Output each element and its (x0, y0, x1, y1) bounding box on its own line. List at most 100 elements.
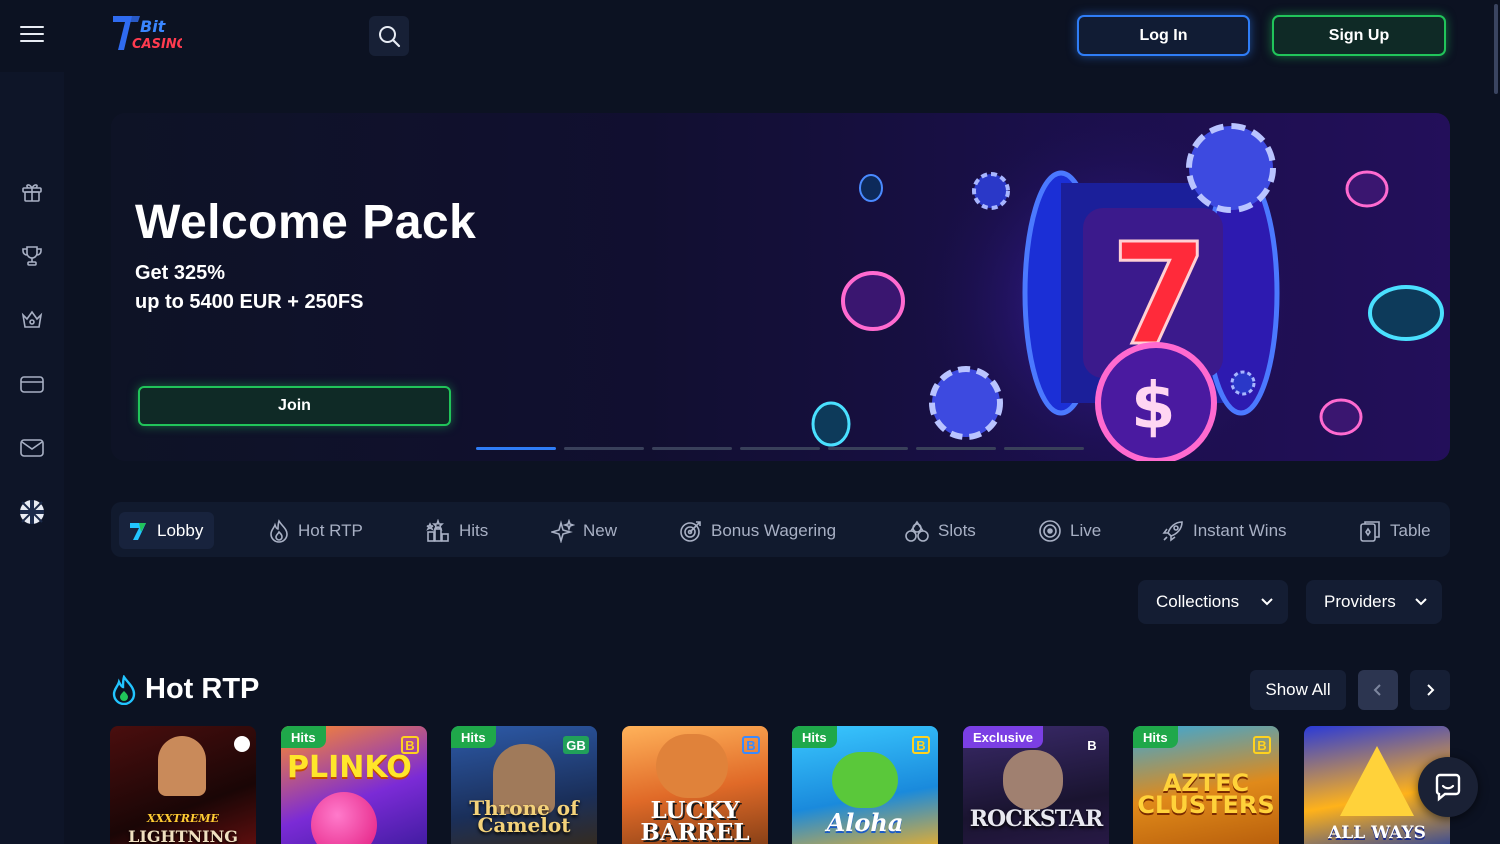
game-card[interactable]: Hits B Aloha (792, 726, 938, 844)
chevron-down-icon (1415, 598, 1427, 606)
target-icon (680, 520, 701, 542)
providers-label: Providers (1324, 592, 1396, 611)
section-title: Hot RTP (145, 673, 260, 705)
promo-banner: Welcome Pack Get 325% up to 5400 EUR + 2… (111, 113, 1450, 461)
slide-dot-1[interactable] (476, 447, 556, 450)
game-art (1003, 750, 1063, 810)
slide-dot-4[interactable] (740, 447, 820, 450)
section-heading: Hot RTP (111, 673, 259, 706)
banner-line-2: up to 5400 EUR + 250FS (135, 291, 364, 313)
collections-label: Collections (1156, 592, 1240, 611)
game-tag: Exclusive (963, 726, 1043, 748)
search-icon (379, 26, 401, 48)
slot-machine-illustration: 7 $ (811, 113, 1444, 461)
mail-icon[interactable] (17, 433, 47, 463)
tab-live-label: Live (1070, 520, 1102, 540)
game-card[interactable]: Hits B PLINKO (281, 726, 427, 844)
chat-button[interactable] (1418, 757, 1478, 817)
crown-icon[interactable] (17, 305, 47, 335)
sparkle-icon (551, 518, 575, 543)
chevron-down-icon (1261, 598, 1273, 606)
tab-slots-label: Slots (938, 520, 976, 540)
tab-table-label: Table (1390, 520, 1431, 540)
game-title: LUCKY BARREL (640, 797, 750, 844)
tab-bonus-wagering-label: Bonus Wagering (711, 520, 837, 540)
game-art (311, 792, 377, 844)
tab-hot-rtp[interactable]: Hot RTP (260, 512, 371, 549)
tab-new[interactable]: New (543, 512, 625, 549)
game-title: ROCKSTAR (969, 806, 1104, 832)
game-title: ALL WAYS (1328, 823, 1426, 843)
banner-line-1: Get 325% (135, 262, 226, 284)
game-tag: Hits (792, 726, 837, 748)
slide-dot-7[interactable] (1004, 447, 1084, 450)
banner-subtitle: Get 325% up to 5400 EUR + 250FS (135, 259, 363, 317)
gift-icon[interactable] (17, 177, 47, 207)
chat-icon (1435, 773, 1461, 802)
tab-instant-wins-label: Instant Wins (1193, 520, 1287, 540)
tab-instant-wins[interactable]: Instant Wins (1153, 512, 1295, 549)
slide-dot-6[interactable] (916, 447, 996, 450)
tab-table[interactable]: Table (1350, 512, 1439, 549)
slide-dot-2[interactable] (564, 447, 644, 450)
game-tag: Hits (451, 726, 496, 748)
menu-icon[interactable] (20, 26, 44, 46)
trophy-icon[interactable] (17, 241, 47, 271)
game-tag: Hits (1133, 726, 1178, 748)
game-title: PLINKO (287, 750, 412, 785)
tab-hits-label: Hits (459, 520, 489, 540)
game-art (158, 736, 206, 796)
game-title: LIGHTNING (128, 827, 238, 844)
signup-button[interactable]: Sign Up (1272, 15, 1446, 56)
card-icon[interactable] (17, 369, 47, 399)
casino-logo[interactable]: Bit CASINO (110, 12, 188, 54)
lobby-icon (130, 522, 146, 540)
provider-logo (234, 736, 250, 752)
slide-dot-3[interactable] (652, 447, 732, 450)
prev-button[interactable] (1358, 670, 1398, 710)
game-title: Aloha (826, 808, 904, 837)
show-all-button[interactable]: Show All (1250, 670, 1346, 710)
top-header: Bit CASINO Log In Sign Up (0, 0, 1500, 72)
game-card[interactable]: XXXTREME LIGHTNING (110, 726, 256, 844)
game-subtitle: XXXTREME (147, 812, 219, 825)
tab-hits[interactable]: Hits (417, 512, 496, 549)
app-root: Bit CASINO Log In Sign Up (0, 0, 1500, 844)
tab-slots[interactable]: Slots (896, 512, 984, 549)
rocket-icon (1162, 520, 1183, 542)
login-button[interactable]: Log In (1077, 15, 1250, 56)
search-button[interactable] (369, 16, 409, 56)
scrollbar[interactable] (1494, 0, 1500, 844)
game-title: Throne of Camelot (469, 796, 579, 837)
providers-dropdown[interactable]: Providers (1306, 580, 1442, 624)
provider-badge: B (742, 736, 760, 754)
chevron-right-icon (1427, 684, 1435, 696)
provider-badge: B (1253, 736, 1271, 754)
collections-dropdown[interactable]: Collections (1138, 580, 1288, 624)
provider-badge: GB (563, 736, 589, 754)
game-card[interactable]: B LUCKY BARREL (622, 726, 768, 844)
tab-lobby[interactable]: Lobby (119, 512, 214, 549)
game-carousel: XXXTREME LIGHTNING Hits B PLINKO Hits GB… (110, 726, 1450, 844)
game-tag: Hits (281, 726, 326, 748)
game-art (1340, 746, 1414, 816)
tab-bonus-wagering[interactable]: Bonus Wagering (671, 512, 844, 549)
tab-new-label: New (583, 520, 618, 540)
slide-dot-5[interactable] (828, 447, 908, 450)
game-card[interactable]: Hits B AZTEC CLUSTERS (1133, 726, 1279, 844)
banner-pagination (476, 447, 1084, 450)
cherries-icon (905, 520, 929, 542)
join-button[interactable]: Join (138, 386, 451, 426)
tab-live[interactable]: Live (1030, 512, 1109, 549)
game-card[interactable]: Exclusive B ROCKSTAR (963, 726, 1109, 844)
tab-hot-rtp-label: Hot RTP (298, 520, 363, 540)
game-art (656, 734, 728, 798)
scrollbar-thumb[interactable] (1494, 4, 1498, 94)
tab-lobby-label: Lobby (157, 520, 204, 540)
category-nav: Lobby Hot RTP Hits New Bonus Wagering Sl… (111, 502, 1450, 557)
language-icon[interactable] (17, 497, 47, 527)
game-card[interactable]: Hits GB Throne of Camelot (451, 726, 597, 844)
next-button[interactable] (1410, 670, 1450, 710)
provider-badge: B (1087, 737, 1097, 753)
banner-title: Welcome Pack (135, 196, 477, 249)
